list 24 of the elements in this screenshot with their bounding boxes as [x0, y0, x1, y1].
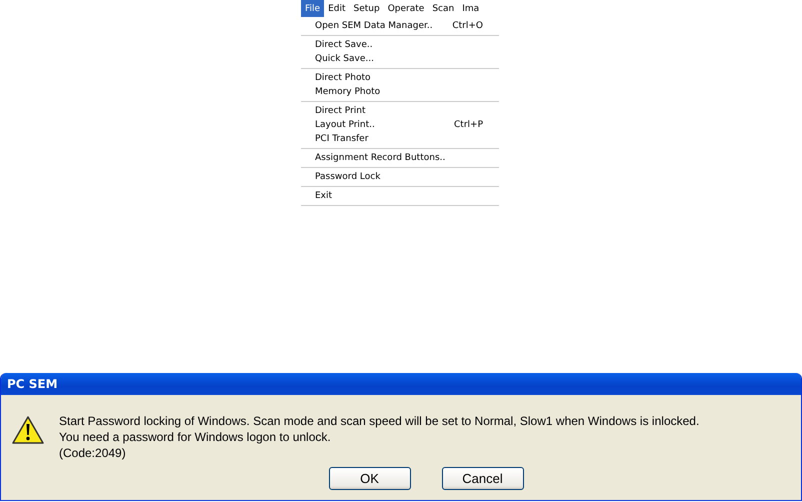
- message-text: Start Password locking of Windows. Scan mode and scan speed will be set to Normal, Slow1 when Windows is inlocked.: [59, 413, 700, 429]
- menu-item[interactable]: Direct Photo: [301, 71, 499, 85]
- menu-bar-item[interactable]: Operate: [384, 0, 428, 17]
- menu-item[interactable]: Direct Print: [301, 104, 499, 118]
- window-title: PC SEM: [7, 377, 58, 391]
- menu-bar-item[interactable]: Setup: [350, 0, 384, 17]
- message-text: (Code:2049): [59, 445, 127, 461]
- dialog-button[interactable]: Cancel: [442, 467, 524, 490]
- menu-item[interactable]: Memory Photo: [301, 85, 499, 99]
- warning-icon: [11, 415, 45, 445]
- menu-item[interactable]: Direct Save..: [301, 38, 499, 52]
- menu-bar-item[interactable]: Ima: [458, 0, 484, 17]
- menu-item[interactable]: PCI Transfer: [301, 132, 499, 146]
- menu-item[interactable]: Assignment Record Buttons..: [301, 151, 499, 165]
- menu-bar-item[interactable]: File: [301, 0, 324, 17]
- menu-bar-item[interactable]: Scan: [428, 0, 458, 17]
- dialog-button[interactable]: OK: [328, 467, 410, 490]
- menu-item[interactable]: Quick Save...: [301, 52, 499, 66]
- menu-bar-item[interactable]: Edit: [324, 0, 350, 17]
- message-text: You need a password for Windows logon to unlock.: [59, 429, 332, 445]
- menu-item[interactable]: Open SEM Data Manager.. Ctrl+O: [301, 19, 499, 33]
- menu-item[interactable]: Password Lock: [301, 170, 499, 184]
- menu-item[interactable]: Layout Print.. Ctrl+P: [301, 118, 499, 132]
- menu-item[interactable]: Exit: [301, 189, 499, 203]
